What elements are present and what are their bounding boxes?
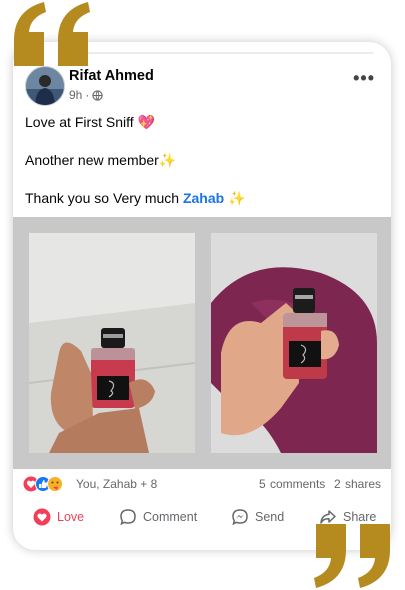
reaction-icons[interactable] bbox=[23, 476, 73, 492]
more-options-button[interactable]: ••• bbox=[353, 68, 375, 89]
mention-link[interactable]: Zahab bbox=[183, 190, 224, 206]
perfume-photo-1[interactable] bbox=[29, 233, 195, 453]
post-meta: 9h · bbox=[69, 88, 104, 102]
comment-bubble-icon bbox=[120, 509, 136, 526]
shares-count[interactable]: 2 shares bbox=[334, 477, 381, 491]
sparkles-emoji-icon: ✨ bbox=[228, 190, 246, 206]
sparkles-emoji-icon: ✨ bbox=[158, 152, 177, 168]
author-name[interactable]: Rifat Ahmed bbox=[69, 68, 154, 84]
separator-dot: · bbox=[85, 88, 90, 102]
perfume-photo-2[interactable] bbox=[211, 233, 377, 453]
photo-grid bbox=[13, 217, 391, 469]
divider bbox=[73, 52, 373, 54]
heart-emoji-icon: 💖 bbox=[137, 114, 156, 130]
post-header: Rifat Ahmed 9h · ••• bbox=[25, 66, 379, 106]
messenger-icon bbox=[232, 509, 248, 526]
post-line-2: Another new member✨ bbox=[25, 152, 177, 168]
avatar[interactable] bbox=[25, 66, 65, 106]
comments-count[interactable]: 5 comments bbox=[259, 477, 325, 491]
post-line-3: Thank you so Very much Zahab ✨ bbox=[25, 190, 246, 206]
open-quote-icon bbox=[14, 2, 90, 66]
care-reaction-icon bbox=[47, 476, 63, 492]
love-button[interactable]: Love bbox=[33, 508, 84, 526]
facebook-post-card: Rifat Ahmed 9h · ••• Love at First Sniff… bbox=[13, 42, 391, 550]
reactions-bar: You, Zahab + 8 5 comments 2 shares bbox=[23, 476, 381, 494]
globe-icon bbox=[92, 89, 104, 101]
close-quote-icon bbox=[314, 524, 390, 588]
send-button[interactable]: Send bbox=[231, 508, 284, 526]
post-line-1: Love at First Sniff 💖 bbox=[25, 114, 156, 130]
engagement-counts: 5 comments 2 shares bbox=[259, 477, 381, 491]
comment-button[interactable]: Comment bbox=[119, 508, 197, 526]
reactions-summary[interactable]: You, Zahab + 8 bbox=[76, 477, 157, 491]
post-time[interactable]: 9h bbox=[69, 88, 82, 102]
love-icon bbox=[33, 508, 51, 526]
